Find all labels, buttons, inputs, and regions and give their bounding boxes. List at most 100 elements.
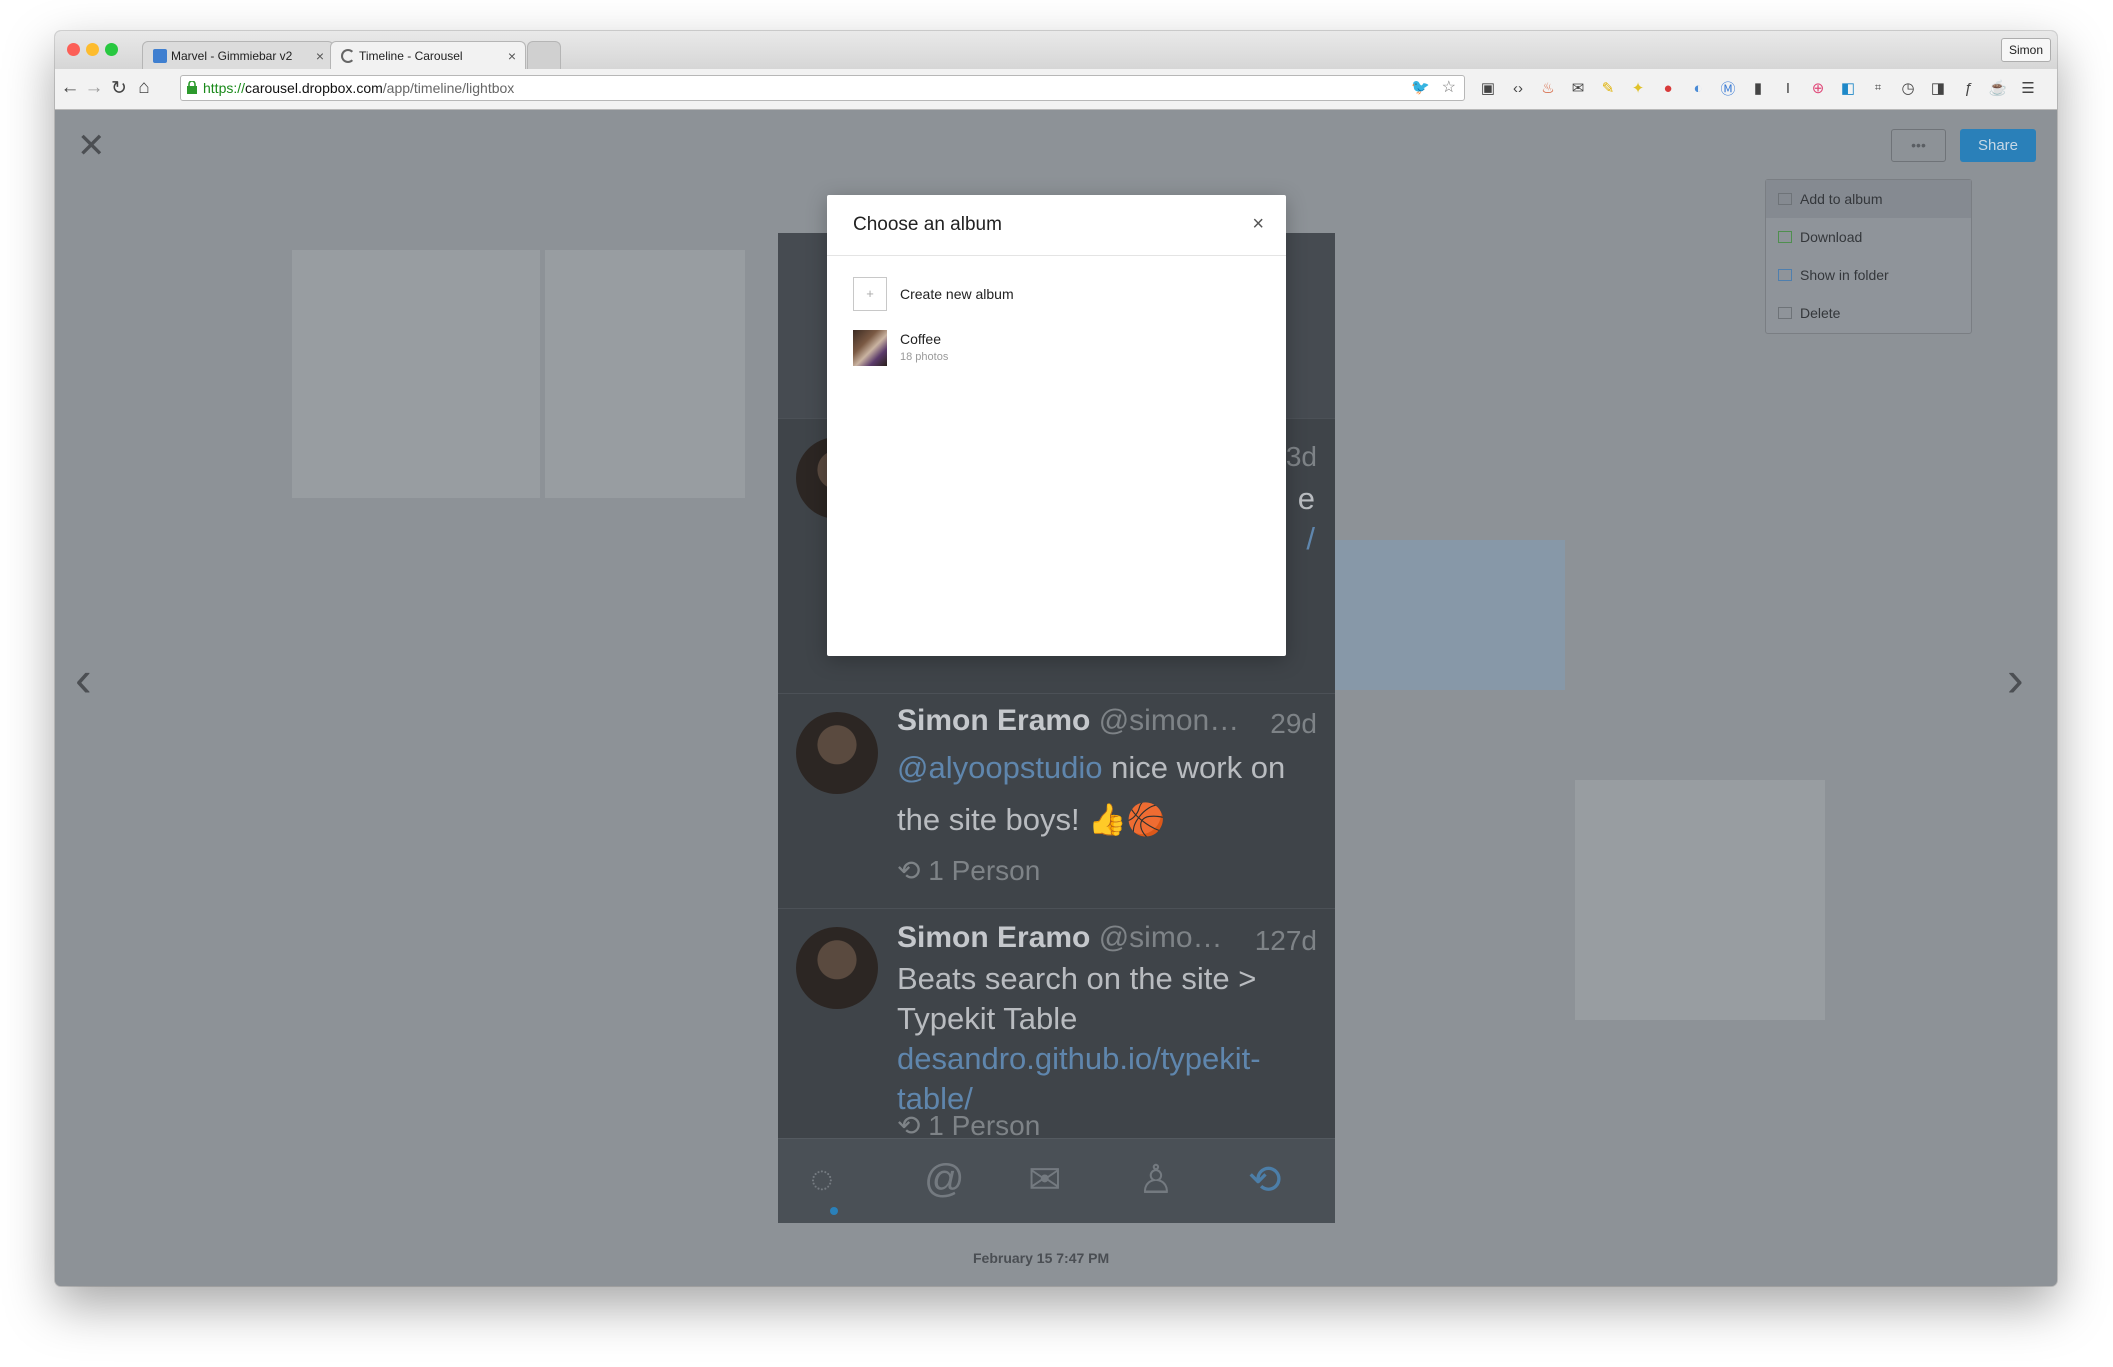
author-name: Simon Eramo — [897, 704, 1091, 737]
author-handle: @simon… — [1098, 704, 1240, 737]
tweet-age: 3d — [1285, 441, 1317, 472]
tab-title: Marvel - Gimmiebar v2 — [171, 48, 293, 63]
tab-close-icon[interactable]: × — [508, 48, 516, 64]
lock-icon — [187, 81, 197, 94]
speech-bubble-icon: ◌ — [810, 1157, 834, 1201]
extension-icons: ▣ ‹› ♨ ✉ ✎ ✦ ● ◐ Ⓜ ▮ I ⊕ ◧ ⌗ ◷ ◨ ƒ ☕ ☰ — [1473, 76, 2049, 100]
bookmark-star-icon[interactable]: ☆ — [1442, 76, 1456, 100]
more-options-button[interactable]: ••• — [1891, 129, 1946, 162]
function-icon[interactable]: ƒ — [1953, 80, 1983, 97]
window-icon[interactable]: ◨ — [1923, 79, 1953, 97]
background-thumbnail — [1335, 540, 1565, 690]
avatar — [796, 927, 878, 1009]
tweet-text: @alyoopstudio nice work on the site boys… — [897, 742, 1315, 846]
background-thumbnail — [545, 250, 745, 498]
profile-button[interactable]: Simon — [2000, 38, 2051, 62]
at-sign-icon: @ — [924, 1157, 965, 1201]
active-indicator — [830, 1207, 838, 1215]
folder-icon — [1778, 269, 1792, 281]
dialog-header: Choose an album × — [827, 195, 1286, 256]
avatar — [796, 712, 878, 794]
loading-spinner-icon — [341, 48, 355, 63]
url-text: https://carousel.dropbox.com/app/timelin… — [203, 76, 514, 100]
fire-icon[interactable]: ♨ — [1533, 79, 1563, 97]
tweet-mention: @alyoopstudio — [897, 750, 1103, 785]
tab-title: Timeline - Carousel — [359, 48, 463, 63]
tweet-body: Beats search on the site > Typekit Table — [897, 961, 1257, 1036]
photo-timestamp: February 15 7:47 PM — [973, 1250, 1110, 1266]
code-icon[interactable]: ‹› — [1503, 80, 1533, 97]
create-new-album-button[interactable]: + Create new album — [853, 277, 1153, 313]
css-icon[interactable]: ⌗ — [1863, 82, 1893, 95]
forward-icon[interactable]: → — [82, 77, 106, 99]
url-host: carousel.dropbox.com — [245, 80, 383, 96]
tweet-author: Simon Eramo @simon… — [897, 704, 1239, 738]
close-lightbox-icon[interactable]: ✕ — [77, 126, 106, 166]
minimize-window-button[interactable] — [86, 43, 99, 56]
create-album-label: Create new album — [900, 286, 1014, 302]
menu-item-delete[interactable]: Delete — [1766, 294, 1971, 332]
album-icon — [1778, 193, 1792, 205]
note-icon[interactable]: ✎ — [1593, 79, 1623, 97]
choose-album-dialog: Choose an album × + Create new album Cof… — [827, 195, 1286, 656]
tab-marvel[interactable]: Marvel - Gimmiebar v2 × — [142, 41, 334, 69]
extension-icon[interactable]: ▣ — [1473, 79, 1503, 97]
tab-carousel[interactable]: Timeline - Carousel × — [330, 41, 526, 69]
background-thumbnail — [292, 250, 540, 498]
menu-item-label: Delete — [1800, 305, 1841, 321]
album-thumbnail — [853, 330, 887, 366]
author-name: Simon Eramo — [897, 921, 1091, 954]
zoom-window-button[interactable] — [105, 43, 118, 56]
album-name: Coffee — [900, 331, 941, 347]
tweet-author: Simon Eramo @simo… — [897, 921, 1223, 955]
back-icon[interactable]: ← — [58, 77, 82, 99]
previous-photo-icon[interactable]: ‹ — [75, 650, 92, 708]
star-extension-icon[interactable]: ✦ — [1623, 79, 1653, 97]
plus-icon: + — [853, 277, 887, 311]
new-tab-button[interactable] — [527, 41, 561, 69]
menu-icon[interactable]: ☰ — [2013, 79, 2043, 97]
plus-icon[interactable]: ⊕ — [1803, 79, 1833, 97]
clock-icon[interactable]: ◷ — [1893, 79, 1923, 97]
retweet-label: 1 Person — [928, 855, 1041, 886]
download-icon — [1778, 231, 1792, 243]
mail-icon[interactable]: ✉ — [1563, 79, 1593, 97]
tab-close-icon[interactable]: × — [316, 48, 324, 64]
background-thumbnail — [1575, 780, 1825, 1020]
retweet-icon: ⟲ — [1248, 1158, 1282, 1202]
cup-icon[interactable]: ☕ — [1983, 79, 2013, 97]
menu-item-label: Show in folder — [1800, 267, 1889, 283]
album-photo-count: 18 photos — [900, 351, 949, 363]
photo-options-menu: Add to album Download Show in folder Del… — [1765, 179, 1972, 334]
envelope-icon: ✉ — [1028, 1158, 1062, 1202]
tweet-link: desandro.github.io/typekit-table/ — [897, 1041, 1261, 1116]
d-icon[interactable]: ◧ — [1833, 79, 1863, 97]
marvel-favicon-icon — [153, 48, 167, 63]
menu-item-show-in-folder[interactable]: Show in folder — [1766, 256, 1971, 294]
retweet-count: ⟲ 1 Person — [897, 855, 1041, 886]
album-item-coffee[interactable]: Coffee 18 photos — [853, 330, 1153, 366]
browser-toolbar: ← → ↻ ⌂ https://carousel.dropbox.com/app… — [55, 69, 2057, 110]
twitter-extension-icon[interactable]: 🐦 — [1411, 76, 1430, 100]
close-window-button[interactable] — [67, 43, 80, 56]
next-photo-icon[interactable]: › — [2007, 650, 2024, 708]
text-icon[interactable]: I — [1773, 80, 1803, 97]
reload-icon[interactable]: ↻ — [107, 77, 131, 100]
person-icon: ♙ — [1138, 1158, 1174, 1202]
tweet: Simon Eramo @simon… 29d @alyoopstudio ni… — [778, 693, 1335, 909]
trash-icon — [1778, 307, 1792, 319]
share-button[interactable]: Share — [1960, 129, 2036, 162]
stats-icon[interactable]: ▮ — [1743, 79, 1773, 97]
m-icon[interactable]: Ⓜ — [1713, 78, 1743, 99]
menu-item-add-to-album[interactable]: Add to album — [1766, 180, 1971, 218]
record-icon[interactable]: ● — [1653, 80, 1683, 97]
tweet-age: 29d — [1270, 708, 1317, 739]
menu-item-download[interactable]: Download — [1766, 218, 1971, 256]
menu-item-label: Add to album — [1800, 191, 1883, 207]
palette-icon[interactable]: ◐ — [1683, 80, 1713, 97]
phone-tab-bar: ◌ @ ✉ ♙ ⟲ — [778, 1138, 1335, 1223]
tweet-age: 127d — [1254, 925, 1317, 956]
address-bar[interactable]: https://carousel.dropbox.com/app/timelin… — [180, 75, 1465, 101]
home-icon[interactable]: ⌂ — [132, 77, 156, 99]
close-icon[interactable]: × — [1252, 213, 1264, 236]
